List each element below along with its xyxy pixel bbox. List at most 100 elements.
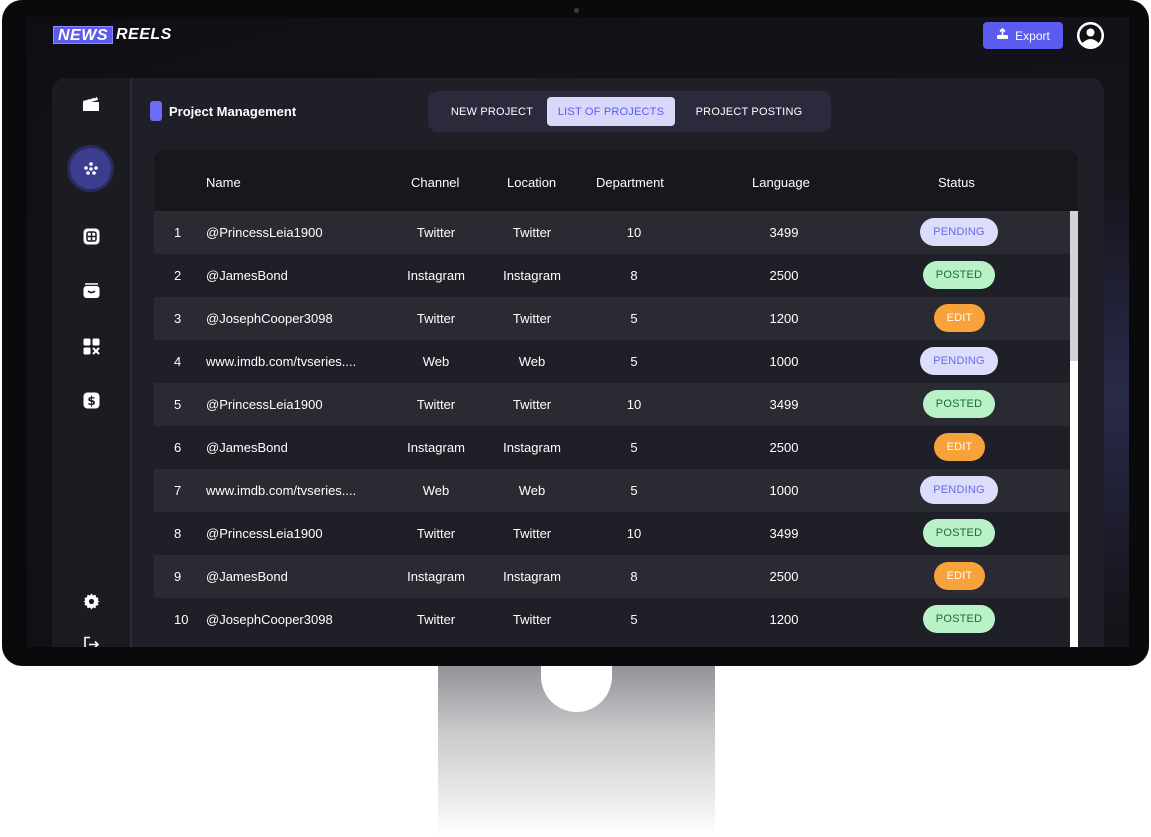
row-location: Instagram — [503, 268, 561, 283]
row-location: Web — [518, 354, 546, 369]
tab-list-of-projects[interactable]: LIST OF PROJECTS — [547, 97, 675, 126]
row-channel: Instagram — [407, 440, 465, 455]
row-name: @PrincessLeia1900 — [206, 397, 323, 412]
status-badge[interactable]: POSTED — [923, 390, 995, 418]
scrollbar-thumb[interactable] — [1070, 211, 1078, 361]
column-header-channel[interactable]: Channel — [411, 175, 459, 190]
row-name: www.imdb.com/tvseries.... — [206, 354, 357, 369]
svg-text:$: $ — [87, 394, 95, 408]
row-language: 3499 — [769, 526, 799, 541]
user-icon — [1077, 22, 1104, 49]
column-header-department[interactable]: Department — [596, 175, 664, 190]
table-row[interactable]: 8 @PrincessLeia1900 Twitter Twitter 10 3… — [154, 512, 1070, 555]
table-row[interactable]: 2 @JamesBond Instagram Instagram 8 2500 … — [154, 254, 1070, 297]
row-department: 5 — [630, 440, 638, 455]
row-location: Twitter — [512, 311, 552, 326]
row-language: 1000 — [769, 354, 799, 369]
column-header-language[interactable]: Language — [752, 175, 810, 190]
status-badge[interactable]: PENDING — [920, 218, 998, 246]
sidebar-item-projects[interactable] — [70, 148, 111, 189]
tab-project-posting[interactable]: PROJECT POSTING — [675, 97, 823, 126]
status-badge[interactable]: PENDING — [920, 476, 998, 504]
row-department: 8 — [630, 569, 638, 584]
row-channel: Twitter — [416, 612, 456, 627]
table-header: Name Channel Location Department Languag… — [154, 150, 1078, 211]
table-row[interactable]: 3 @JosephCooper3098 Twitter Twitter 5 12… — [154, 297, 1070, 340]
row-language: 1200 — [769, 612, 799, 627]
table-row[interactable]: 6 @JamesBond Instagram Instagram 5 2500 … — [154, 426, 1070, 469]
row-number: 1 — [174, 225, 182, 240]
column-header-location[interactable]: Location — [507, 175, 556, 190]
camera-dot — [574, 8, 579, 13]
gear-icon[interactable] — [80, 590, 102, 612]
row-department: 10 — [626, 526, 642, 541]
row-department: 5 — [630, 483, 638, 498]
row-number: 10 — [174, 612, 189, 627]
row-location: Instagram — [503, 569, 561, 584]
tab-bar: NEW PROJECT LIST OF PROJECTS PROJECT POS… — [428, 91, 831, 132]
clapperboard-icon[interactable] — [80, 93, 102, 115]
status-badge[interactable]: EDIT — [934, 433, 985, 461]
table-row[interactable]: 9 @JamesBond Instagram Instagram 8 2500 … — [154, 555, 1070, 598]
app-logo[interactable]: NEWS REELS — [53, 25, 172, 45]
logo-reels: REELS — [116, 26, 172, 43]
row-channel: Instagram — [407, 268, 465, 283]
row-department: 5 — [630, 612, 638, 627]
table-row[interactable]: 5 @PrincessLeia1900 Twitter Twitter 10 3… — [154, 383, 1070, 426]
row-channel: Twitter — [416, 397, 456, 412]
logout-icon[interactable] — [80, 633, 102, 647]
inbox-icon[interactable] — [80, 280, 102, 302]
row-language: 3499 — [769, 397, 799, 412]
row-department: 5 — [630, 354, 638, 369]
dollar-icon[interactable]: $ — [80, 389, 102, 411]
logo-news: NEWS — [53, 26, 113, 44]
row-number: 7 — [174, 483, 182, 498]
row-department: 5 — [630, 311, 638, 326]
table-row[interactable]: 7 www.imdb.com/tvseries.... Web Web 5 10… — [154, 469, 1070, 512]
status-badge[interactable]: EDIT — [934, 562, 985, 590]
row-name: @PrincessLeia1900 — [206, 526, 323, 541]
row-location: Twitter — [512, 397, 552, 412]
row-channel: Web — [422, 354, 450, 369]
table-row[interactable]: 10 @JosephCooper3098 Twitter Twitter 5 1… — [154, 598, 1070, 641]
row-department: 10 — [626, 225, 642, 240]
row-language: 1200 — [769, 311, 799, 326]
row-name: @JamesBond — [206, 268, 288, 283]
row-number: 8 — [174, 526, 182, 541]
status-badge[interactable]: POSTED — [923, 519, 995, 547]
row-number: 6 — [174, 440, 182, 455]
row-location: Twitter — [512, 526, 552, 541]
column-header-status[interactable]: Status — [938, 175, 975, 190]
row-channel: Twitter — [416, 225, 456, 240]
table-row[interactable]: 4 www.imdb.com/tvseries.... Web Web 5 10… — [154, 340, 1070, 383]
puzzle-icon[interactable] — [80, 335, 102, 357]
dots-grid-icon — [83, 161, 98, 175]
row-number: 2 — [174, 268, 182, 283]
row-number: 5 — [174, 397, 182, 412]
status-badge[interactable]: POSTED — [923, 261, 995, 289]
row-language: 1000 — [769, 483, 799, 498]
row-number: 4 — [174, 354, 182, 369]
row-name: @JosephCooper3098 — [206, 311, 333, 326]
status-badge[interactable]: EDIT — [934, 304, 985, 332]
row-channel: Instagram — [407, 569, 465, 584]
row-location: Web — [518, 483, 546, 498]
row-location: Twitter — [512, 225, 552, 240]
row-location: Twitter — [512, 612, 552, 627]
export-button[interactable]: Export — [983, 22, 1063, 49]
row-department: 10 — [626, 397, 642, 412]
row-channel: Twitter — [416, 526, 456, 541]
row-language: 2500 — [769, 268, 799, 283]
row-name: www.imdb.com/tvseries.... — [206, 483, 357, 498]
grid-square-icon[interactable] — [80, 225, 102, 247]
sidebar: $ — [52, 78, 132, 647]
status-badge[interactable]: POSTED — [923, 605, 995, 633]
table-row[interactable]: 1 @PrincessLeia1900 Twitter Twitter 10 3… — [154, 211, 1070, 254]
tab-new-project[interactable]: NEW PROJECT — [437, 97, 547, 126]
user-avatar[interactable] — [1077, 22, 1104, 49]
title-accent-bar — [150, 101, 162, 121]
row-channel: Web — [422, 483, 450, 498]
status-badge[interactable]: PENDING — [920, 347, 998, 375]
column-header-name[interactable]: Name — [206, 175, 241, 190]
row-number: 3 — [174, 311, 182, 326]
